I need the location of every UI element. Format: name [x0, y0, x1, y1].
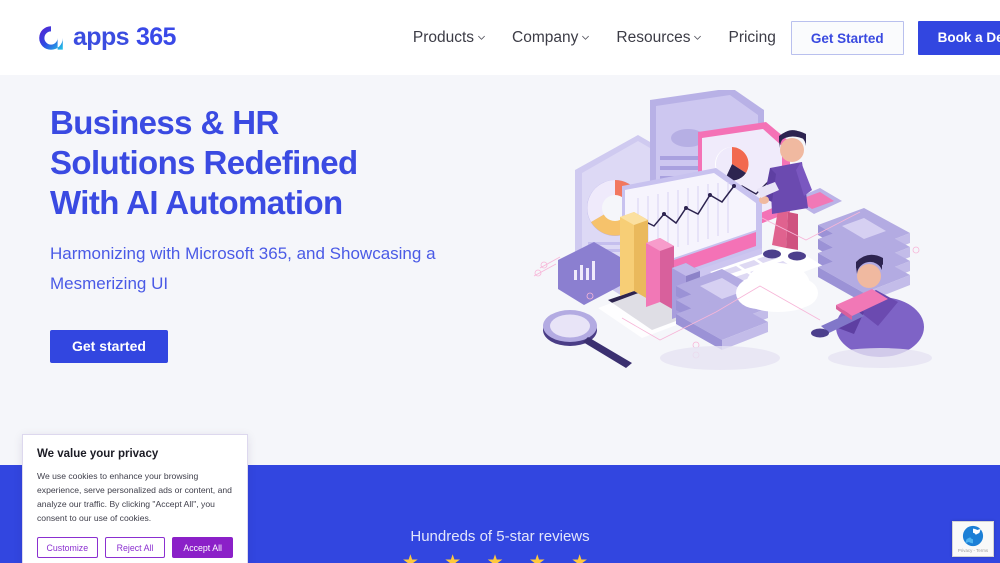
nav-label-products: Products — [412, 28, 475, 46]
chevron-down-icon — [581, 33, 590, 42]
cookie-consent-actions: Customize Reject All Accept All — [37, 537, 234, 558]
cookie-accept-all-button[interactable]: Accept All — [172, 537, 234, 558]
recaptcha-label: Privacy - Terms — [957, 548, 989, 553]
hero-title-line-3: With AI Automation — [50, 184, 343, 221]
nav-item-pricing[interactable]: Pricing — [728, 29, 775, 47]
site-header: apps 365 Products Company Resources Pric… — [0, 0, 1000, 75]
cookie-consent-title: We value your privacy — [37, 448, 159, 460]
hero-title-line-1: Business & HR — [50, 104, 279, 141]
nav-label-pricing: Pricing — [728, 28, 776, 46]
hero-title: Business & HR Solutions Redefined With A… — [50, 103, 520, 223]
page-root: apps 365 Products Company Resources Pric… — [0, 0, 1000, 563]
chevron-down-icon — [693, 33, 702, 42]
nav-item-company[interactable]: Company — [512, 29, 590, 47]
hero-title-line-2: Solutions Redefined — [50, 144, 358, 181]
cookie-reject-all-button[interactable]: Reject All — [104, 537, 166, 558]
primary-navigation: Products Company Resources Pricing — [413, 29, 776, 47]
chevron-down-icon — [477, 33, 486, 42]
get-started-button[interactable]: Get Started — [790, 20, 904, 55]
book-a-demo-button[interactable]: Book a Demo — [917, 20, 1000, 55]
brand-logo[interactable]: apps 365 — [38, 23, 176, 52]
header-cta-group: Get Started Book a Demo — [790, 20, 1000, 55]
nav-item-resources[interactable]: Resources — [616, 29, 702, 47]
hero-get-started-button[interactable]: Get started — [50, 330, 168, 363]
logo-word-365: 365 — [135, 23, 177, 51]
recaptcha-badge[interactable]: Privacy - Terms — [952, 521, 994, 557]
recaptcha-icon — [962, 525, 984, 547]
hero-subtitle: Harmonizing with Microsoft 365, and Show… — [50, 244, 436, 293]
apps365-logo-icon — [38, 25, 64, 51]
hero-copy: Business & HR Solutions Redefined With A… — [50, 103, 520, 363]
nav-label-resources: Resources — [616, 28, 691, 46]
brand-logo-text: apps 365 — [73, 23, 176, 52]
logo-word-apps: apps — [73, 23, 130, 51]
cookie-consent-dialog: We value your privacy We use cookies to … — [22, 434, 248, 563]
hero-illustration — [520, 90, 1000, 390]
hero-section: Business & HR Solutions Redefined With A… — [0, 75, 1000, 465]
cookie-customize-button[interactable]: Customize — [37, 537, 98, 558]
cookie-consent-body: We use cookies to enhance your browsing … — [37, 471, 232, 523]
nav-item-products[interactable]: Products — [413, 29, 486, 47]
nav-label-company: Company — [512, 28, 579, 46]
